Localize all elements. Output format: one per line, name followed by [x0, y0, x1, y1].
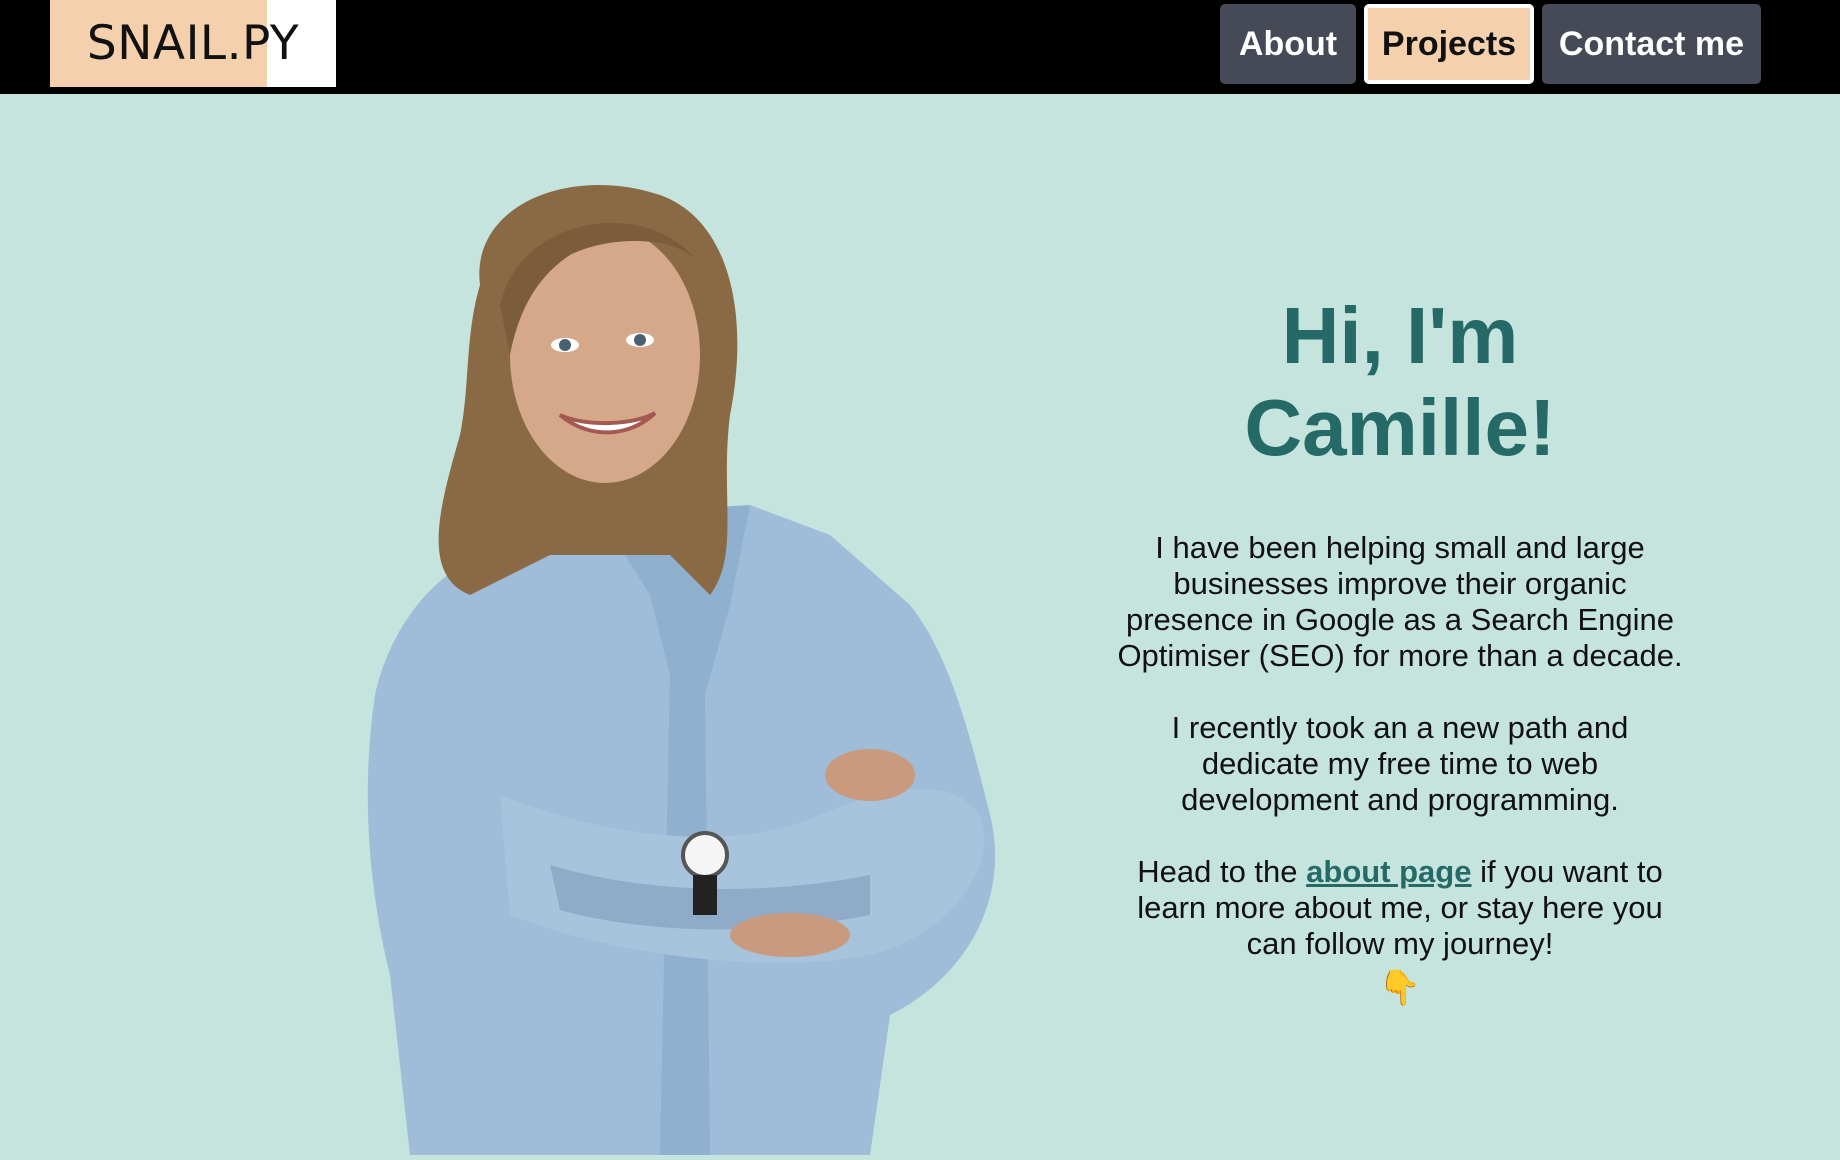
nav-about-button[interactable]: About: [1220, 4, 1356, 84]
site-logo-text: SNAIL.PY: [86, 16, 300, 71]
intro-paragraph-seo: I have been helping small and large busi…: [1117, 530, 1683, 673]
intro-paragraph-about: Head to the about page if you want to le…: [1110, 854, 1690, 962]
top-navigation-bar: SNAIL.PY About Projects Contact me: [0, 0, 1840, 94]
hero-heading-line2: Camille!: [1244, 383, 1556, 472]
hero-heading-line1: Hi, I'm: [1281, 291, 1519, 380]
nav-contact-button[interactable]: Contact me: [1542, 4, 1761, 84]
site-logo[interactable]: SNAIL.PY: [50, 0, 336, 87]
about-page-link[interactable]: about page: [1306, 854, 1471, 889]
profile-photo: [367, 185, 996, 1155]
intro-paragraph-new-path: I recently took an a new path and dedica…: [1171, 710, 1629, 817]
about-prefix-text: Head to the: [1137, 854, 1307, 889]
nav-projects-button[interactable]: Projects: [1364, 4, 1534, 84]
pointing-down-icon: 👇: [1378, 969, 1422, 1007]
hero-heading: Hi, I'm Camille!: [1110, 290, 1690, 474]
hero-intro: Hi, I'm Camille! I have been helping sma…: [1110, 290, 1690, 1008]
